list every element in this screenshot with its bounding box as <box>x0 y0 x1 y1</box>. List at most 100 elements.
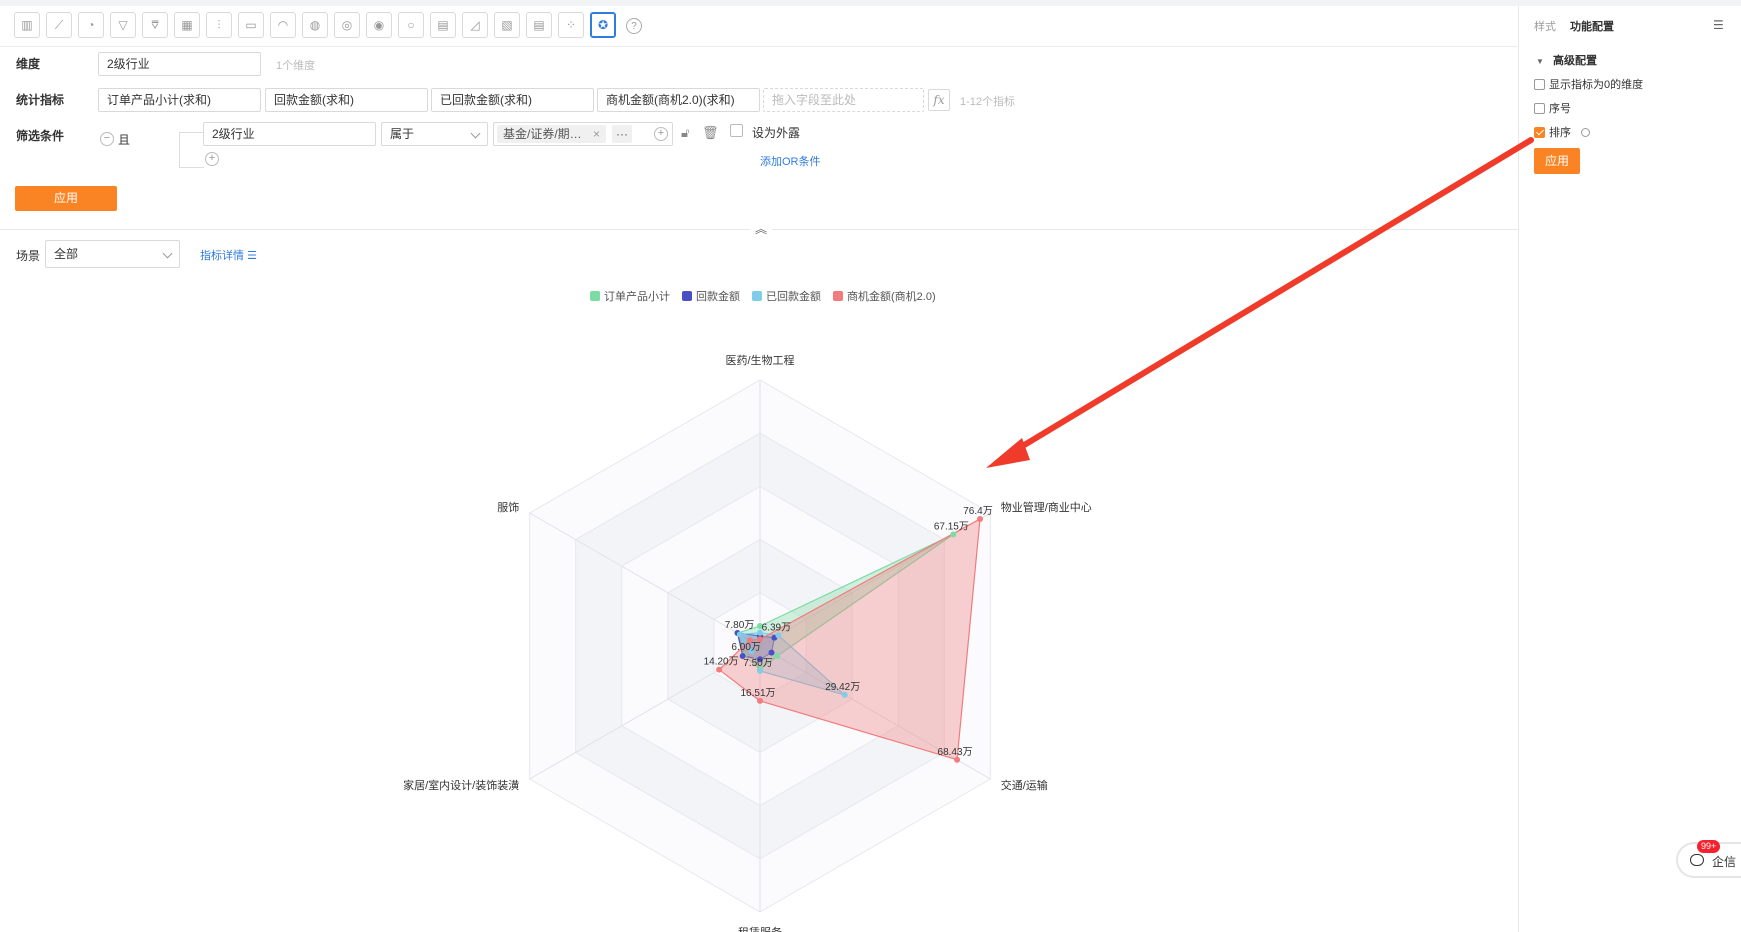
card-icon[interactable]: ▭ <box>238 12 264 38</box>
filter-more-tag[interactable]: ··· <box>612 125 632 143</box>
filter-label: 筛选条件 <box>16 129 65 143</box>
gear-icon[interactable] <box>1581 127 1590 137</box>
legend-swatch <box>590 291 600 301</box>
metric-drop-zone[interactable]: 拖入字段至此处 <box>763 88 924 112</box>
collapse-up-icon[interactable]: ︽ <box>750 222 772 236</box>
chat-float-button[interactable]: 99+ 企信 <box>1676 840 1741 878</box>
sort-checkbox[interactable] <box>1534 126 1545 138</box>
gauge-icon[interactable]: ◠ <box>270 12 296 38</box>
pie-chart-icon[interactable]: ◔ <box>78 12 104 38</box>
tab-style[interactable]: 样式 <box>1534 18 1556 34</box>
radar-data-point <box>734 630 741 637</box>
radar-data-point <box>741 652 748 659</box>
radar-data-point <box>757 656 763 663</box>
tab-function-config[interactable]: 功能配置 <box>1570 18 1614 34</box>
heatmap-icon[interactable]: ▧ <box>494 12 520 38</box>
option-show-zero[interactable]: 显示指标为0的维度 <box>1534 76 1643 92</box>
filter-value-tag[interactable]: 基金/证券/期… × <box>497 125 607 143</box>
legend-swatch <box>682 291 692 301</box>
expose-label: 设为外露 <box>752 126 801 140</box>
metric-detail-label: 指标详情 <box>200 250 244 262</box>
scene-select[interactable]: 全部 <box>45 240 180 268</box>
radar-axis-label: 服饰 <box>497 500 519 514</box>
apply-button[interactable]: 应用 <box>15 186 117 211</box>
show-zero-checkbox[interactable] <box>1534 78 1545 90</box>
formula-button[interactable]: fx <box>928 89 950 111</box>
radar-series-area <box>736 632 776 660</box>
radar-data-point <box>748 647 755 654</box>
radar-axis-line <box>759 512 991 647</box>
column-icon[interactable]: ▤ <box>430 12 456 38</box>
unread-badge: 99+ <box>1697 840 1721 853</box>
metric-chip-payment-amount[interactable]: 回款金额(求和) <box>265 88 428 112</box>
help-icon[interactable]: ? <box>626 18 642 34</box>
pivot-table-icon[interactable]: ▤ <box>526 12 552 38</box>
radar-grid-ring <box>575 432 945 860</box>
radar-data-point <box>757 633 763 640</box>
caret-down-icon: ▼ <box>1536 57 1544 66</box>
radar-data-point <box>774 652 781 659</box>
funnel-icon[interactable]: ▽ <box>110 12 136 38</box>
index-checkbox[interactable] <box>1534 102 1545 114</box>
combo-chart-icon[interactable]: ⫶ <box>206 12 232 38</box>
metric-chip-paid-amount[interactable]: 已回款金额(求和) <box>431 88 594 112</box>
bar-chart-icon[interactable]: ▥ <box>14 12 40 38</box>
filter-value-select[interactable]: 基金/证券/期… × ··· + <box>493 122 673 146</box>
advanced-config-section[interactable]: ▼ 高级配置 <box>1536 52 1597 68</box>
bubble-icon[interactable]: ○ <box>398 12 424 38</box>
radar-series-area <box>736 533 954 671</box>
option-index[interactable]: 序号 <box>1534 100 1571 116</box>
legend-label: 已回款金额 <box>766 291 821 303</box>
funnel-alt-icon[interactable]: ⩢ <box>142 12 168 38</box>
table-icon[interactable]: ▦ <box>174 12 200 38</box>
legend-item[interactable]: 回款金额 <box>682 288 740 304</box>
globe-icon[interactable]: ◎ <box>334 12 360 38</box>
trash-icon[interactable]: 🗑︎ <box>702 125 719 141</box>
add-or-condition-link[interactable]: 添加OR条件 <box>760 153 821 169</box>
radar-grid-ring <box>667 539 853 753</box>
globe-alt-icon[interactable]: ◉ <box>366 12 392 38</box>
sort-label: 排序 <box>1549 127 1571 139</box>
tag-close-icon[interactable]: × <box>593 127 600 141</box>
chevron-down-icon <box>470 128 481 139</box>
panel-apply-button[interactable]: 应用 <box>1534 148 1580 174</box>
dimension-field[interactable]: 2级行业 <box>98 52 261 76</box>
menu-icon[interactable]: ☰ <box>1713 18 1724 32</box>
radar-icon[interactable]: ✪ <box>590 12 616 38</box>
metric-chip-order-subtotal[interactable]: 订单产品小计(求和) <box>98 88 261 112</box>
radar-data-point <box>716 666 723 673</box>
filter-logic[interactable]: 且 <box>118 131 130 148</box>
fx-icon: fx <box>933 93 945 107</box>
scatter-icon[interactable]: ⁘ <box>558 12 584 38</box>
add-filter-icon[interactable]: + <box>205 152 219 166</box>
area-icon[interactable]: ◿ <box>462 12 488 38</box>
radar-axis-line <box>529 645 761 780</box>
metric-detail-link[interactable]: 指标详情 ☰ <box>200 247 257 263</box>
radar-data-label: 7.50万 <box>743 658 772 669</box>
plus-circle-icon[interactable]: + <box>654 127 668 141</box>
line-chart-icon[interactable]: ⟋ <box>46 12 72 38</box>
map-icon[interactable]: ◍ <box>302 12 328 38</box>
chat-icon <box>1690 854 1704 866</box>
legend-item[interactable]: 商机金额(商机2.0) <box>833 288 936 304</box>
expose-checkbox[interactable] <box>730 124 743 137</box>
collapse-filter-icon[interactable]: − <box>100 132 114 146</box>
filter-operator-select[interactable]: 属于 <box>381 122 488 146</box>
list-icon: ☰ <box>247 250 257 262</box>
option-sort[interactable]: 排序 <box>1534 124 1590 140</box>
chart-type-toolbar: ▥ ⟋ ◔ ▽ ⩢ ▦ ⫶ ▭ ◠ ◍ ◎ ◉ ○ ▤ ◿ ▧ ▤ ⁘ ✪? <box>14 12 642 38</box>
legend-label: 商机金额(商机2.0) <box>847 291 936 303</box>
filter-field[interactable]: 2级行业 <box>203 122 376 146</box>
radar-data-point <box>757 666 763 673</box>
radar-data-label: 76.4万 <box>963 506 992 517</box>
lock-icon[interactable]: 🔓︎ <box>681 125 689 141</box>
radar-axis-label: 物业管理/商业中心 <box>1001 500 1092 514</box>
metric-chip-opportunity-amount[interactable]: 商机金额(商机2.0)(求和) <box>597 88 760 112</box>
radar-data-point <box>768 649 775 656</box>
dimension-label: 维度 <box>16 57 41 71</box>
scene-value: 全部 <box>54 247 79 261</box>
legend-item[interactable]: 订单产品小计 <box>590 288 670 304</box>
radar-series-area <box>738 632 846 696</box>
legend-item[interactable]: 已回款金额 <box>752 288 821 304</box>
radar-data-label: 6.00万 <box>731 642 760 653</box>
